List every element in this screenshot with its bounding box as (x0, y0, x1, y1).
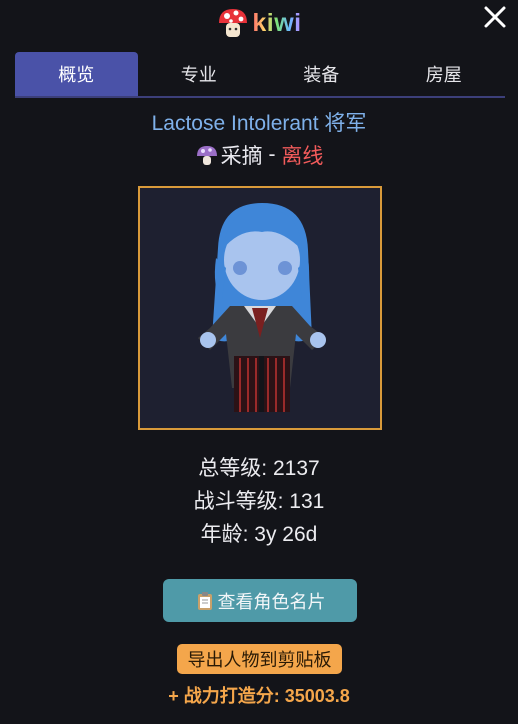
export-character-button[interactable]: 导出人物到剪贴板 (177, 644, 342, 674)
combat-level: 战斗等级: 131 (193, 490, 325, 513)
character-panel: kiwi 概览 专业 装备 房屋 Lactose Intolerant 将军 采… (0, 0, 518, 724)
tab-bar: 概览 专业 装备 房屋 (15, 52, 505, 98)
view-character-card-button[interactable]: 查看角色名片 (163, 579, 357, 622)
offline-status: 离线 (281, 145, 324, 168)
activity-status: 采摘 - 离线 (0, 140, 518, 170)
character-avatar (138, 186, 382, 430)
mushroom-icon (196, 146, 217, 165)
tab-overview[interactable]: 概览 (15, 52, 138, 96)
mushroom-icon (219, 9, 248, 37)
character-age: 年龄: 3y 26d (200, 523, 318, 546)
view-card-label: 查看角色名片 (217, 591, 326, 612)
avatar-image (198, 203, 326, 412)
total-level: 总等级: 2137 (198, 457, 320, 480)
tab-house[interactable]: 房屋 (383, 52, 506, 96)
gear-score: + 战力打造分: 35003.8 (168, 686, 350, 706)
activity-label: 采摘 (220, 145, 263, 168)
tab-equipment[interactable]: 装备 (260, 52, 383, 96)
character-name: Lactose Intolerant 将军 (151, 112, 367, 135)
close-icon[interactable] (482, 4, 508, 30)
status-separator: - (262, 143, 282, 166)
logo-text: kiwi (252, 8, 302, 37)
clipboard-icon (197, 591, 212, 610)
app-logo: kiwi (0, 6, 518, 40)
tab-skills[interactable]: 专业 (138, 52, 261, 96)
